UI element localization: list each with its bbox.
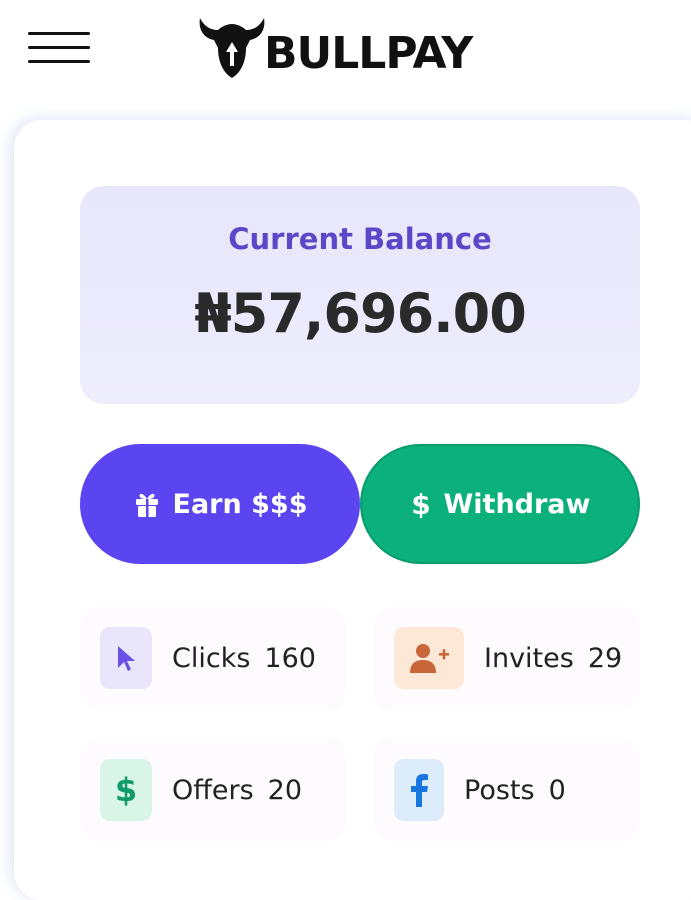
offers-label: Offers [172,774,254,806]
posts-label: Posts [464,774,535,806]
dollar-icon: $ [115,772,137,808]
balance-card: Current Balance ₦57,696.00 [80,186,640,404]
offers-value: 20 [267,774,302,806]
balance-amount: ₦57,696.00 [194,282,527,345]
stat-invites[interactable]: Invites 29 [374,606,640,710]
withdraw-button[interactable]: $ Withdraw [360,444,640,564]
stat-posts[interactable]: Posts 0 [374,738,640,842]
bull-head-icon [199,18,265,78]
invites-badge [394,627,464,689]
withdraw-label: Withdraw [443,488,591,520]
menu-icon[interactable] [28,30,90,66]
dollar-icon: $ [410,488,432,520]
gift-icon [133,490,161,518]
offers-badge: $ [100,759,152,821]
posts-badge [394,759,444,821]
balance-title: Current Balance [228,222,492,256]
facebook-icon [411,774,428,807]
invites-value: 29 [587,642,623,674]
add-user-icon [410,644,449,673]
stat-clicks[interactable]: Clicks 160 [80,606,346,710]
svg-text:$: $ [411,488,430,520]
cursor-icon [118,646,135,671]
earn-label: Earn $$$ [172,488,308,520]
earn-button[interactable]: Earn $$$ [80,444,360,564]
posts-value: 0 [548,774,566,806]
top-bar: BULLPAY [0,0,691,110]
stat-offers[interactable]: $ Offers 20 [80,738,346,842]
invites-label: Invites [484,642,574,674]
brand-logo[interactable]: BULLPAY [196,10,473,84]
brand-name: BULLPAY [264,27,473,79]
clicks-label: Clicks [172,642,251,674]
clicks-value: 160 [264,642,316,674]
clicks-badge [100,627,152,689]
svg-text:$: $ [115,772,137,808]
